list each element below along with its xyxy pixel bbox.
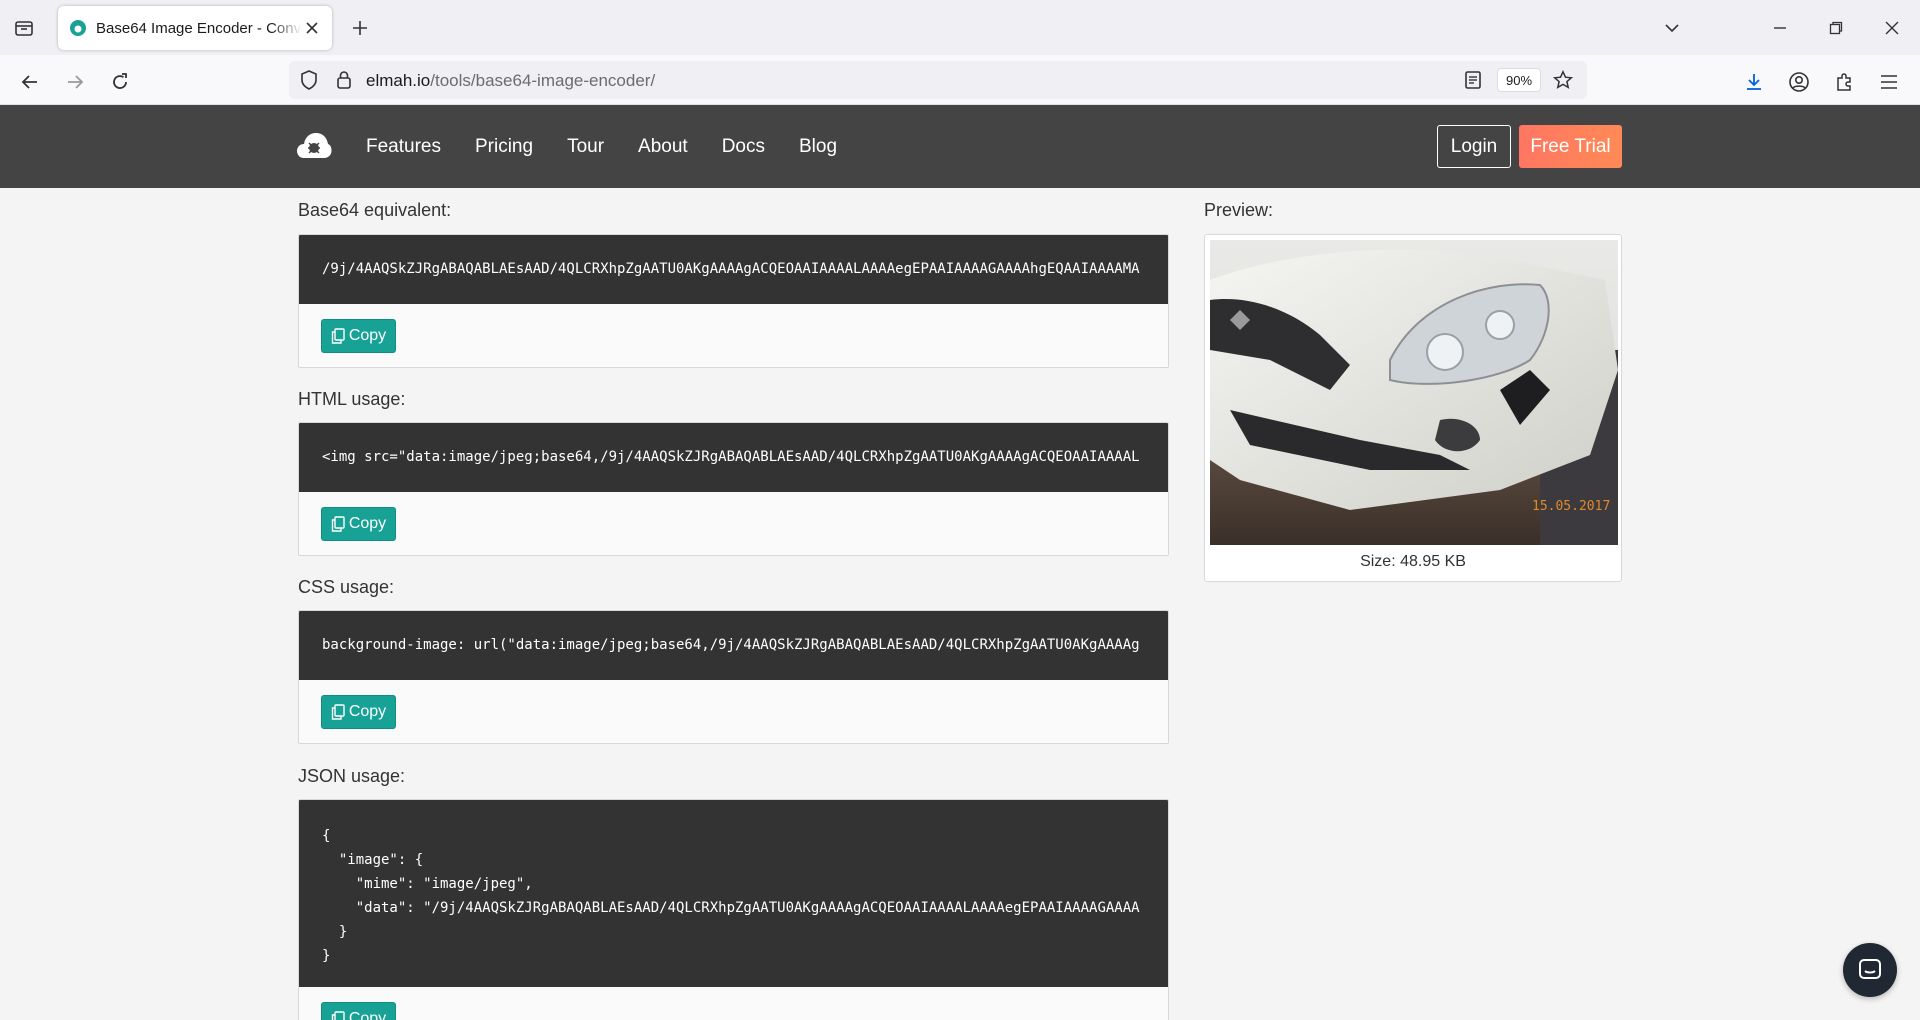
minimize-window-icon[interactable] — [1752, 0, 1808, 55]
tab-title: Base64 Image Encoder - Converter — [96, 19, 302, 37]
forward-arrow-icon[interactable] — [61, 68, 89, 96]
base64-card: /9j/4AAQSkZJRgABAQABLAEsAAD/4QLCRXhpZgAA… — [298, 234, 1169, 368]
css-usage-code[interactable]: background-image: url("data:image/jpeg;b… — [299, 611, 1168, 680]
new-tab-icon[interactable] — [348, 16, 372, 40]
browser-tab-bar: Base64 Image Encoder - Converter — [0, 0, 1920, 55]
site-header: Features Pricing Tour About Docs Blog Lo… — [0, 105, 1920, 188]
preview-card: 15.05.2017 Size: 48.95 KB — [1204, 234, 1622, 582]
extensions-icon[interactable] — [1830, 68, 1858, 96]
json-usage-label: JSON usage: — [298, 766, 406, 786]
reader-view-icon[interactable] — [1462, 69, 1484, 91]
html-usage-label: HTML usage: — [298, 389, 406, 409]
css-usage-card: background-image: url("data:image/jpeg;b… — [298, 610, 1169, 744]
nav-features[interactable]: Features — [366, 136, 441, 158]
html-usage-code[interactable]: <img src="data:image/jpeg;base64,/9j/4AA… — [299, 423, 1168, 492]
chat-icon[interactable] — [1843, 943, 1897, 997]
browser-tab-active[interactable]: Base64 Image Encoder - Converter — [58, 6, 332, 50]
chevron-down-icon[interactable] — [1660, 16, 1684, 40]
hamburger-menu-icon[interactable] — [1875, 68, 1903, 96]
address-bar[interactable]: elmah.io/tools/base64-image-encoder/ 90% — [289, 61, 1587, 99]
bookmark-star-icon[interactable] — [1552, 69, 1574, 91]
base64-code[interactable]: /9j/4AAQSkZJRgABAQABLAEsAAD/4QLCRXhpZgAA… — [299, 235, 1168, 304]
close-tab-icon[interactable] — [302, 18, 322, 38]
elmah-logo-icon[interactable] — [296, 130, 332, 162]
json-usage-card: { "image": { "mime": "image/jpeg", "data… — [298, 799, 1169, 1020]
back-arrow-icon[interactable] — [16, 68, 44, 96]
base64-label: Base64 equivalent: — [298, 200, 452, 220]
downloads-icon[interactable] — [1740, 68, 1768, 96]
copy-icon — [331, 704, 345, 720]
image-size-text: Size: 48.95 KB — [1360, 553, 1466, 570]
photo-date-stamp: 15.05.2017 — [1532, 499, 1610, 514]
copy-icon — [331, 1011, 345, 1020]
copy-css-button[interactable]: Copy — [321, 695, 396, 729]
nav-docs[interactable]: Docs — [722, 136, 765, 158]
json-usage-code[interactable]: { "image": { "mime": "image/jpeg", "data… — [299, 800, 1168, 987]
url-text: elmah.io/tools/base64-image-encoder/ — [366, 71, 656, 90]
restore-window-icon[interactable] — [1808, 0, 1864, 55]
close-window-icon[interactable] — [1864, 0, 1920, 55]
copy-json-button[interactable]: Copy — [321, 1002, 396, 1020]
copy-icon — [331, 516, 345, 532]
free-trial-button[interactable]: Free Trial — [1519, 125, 1622, 168]
lock-icon[interactable] — [333, 69, 355, 91]
site-nav: Features Pricing Tour About Docs Blog — [366, 105, 871, 188]
browser-toolbar: elmah.io/tools/base64-image-encoder/ 90% — [0, 55, 1920, 105]
nav-tour[interactable]: Tour — [567, 136, 604, 158]
preview-image: 15.05.2017 — [1210, 240, 1618, 545]
copy-base64-button[interactable]: Copy — [321, 319, 396, 353]
preview-label: Preview: — [1204, 200, 1274, 220]
login-button[interactable]: Login — [1437, 125, 1511, 168]
nav-about[interactable]: About — [638, 136, 688, 158]
account-icon[interactable] — [1785, 68, 1813, 96]
nav-blog[interactable]: Blog — [799, 136, 837, 158]
copy-html-button[interactable]: Copy — [321, 507, 396, 541]
elmah-favicon-icon — [68, 18, 88, 38]
copy-icon — [331, 328, 345, 344]
reload-icon[interactable] — [106, 68, 134, 96]
html-usage-card: <img src="data:image/jpeg;base64,/9j/4AA… — [298, 422, 1169, 556]
shield-icon[interactable] — [298, 69, 320, 91]
css-usage-label: CSS usage: — [298, 577, 395, 597]
zoom-level-badge[interactable]: 90% — [1497, 68, 1542, 92]
nav-pricing[interactable]: Pricing — [475, 136, 533, 158]
tab-list-icon[interactable] — [12, 16, 36, 40]
